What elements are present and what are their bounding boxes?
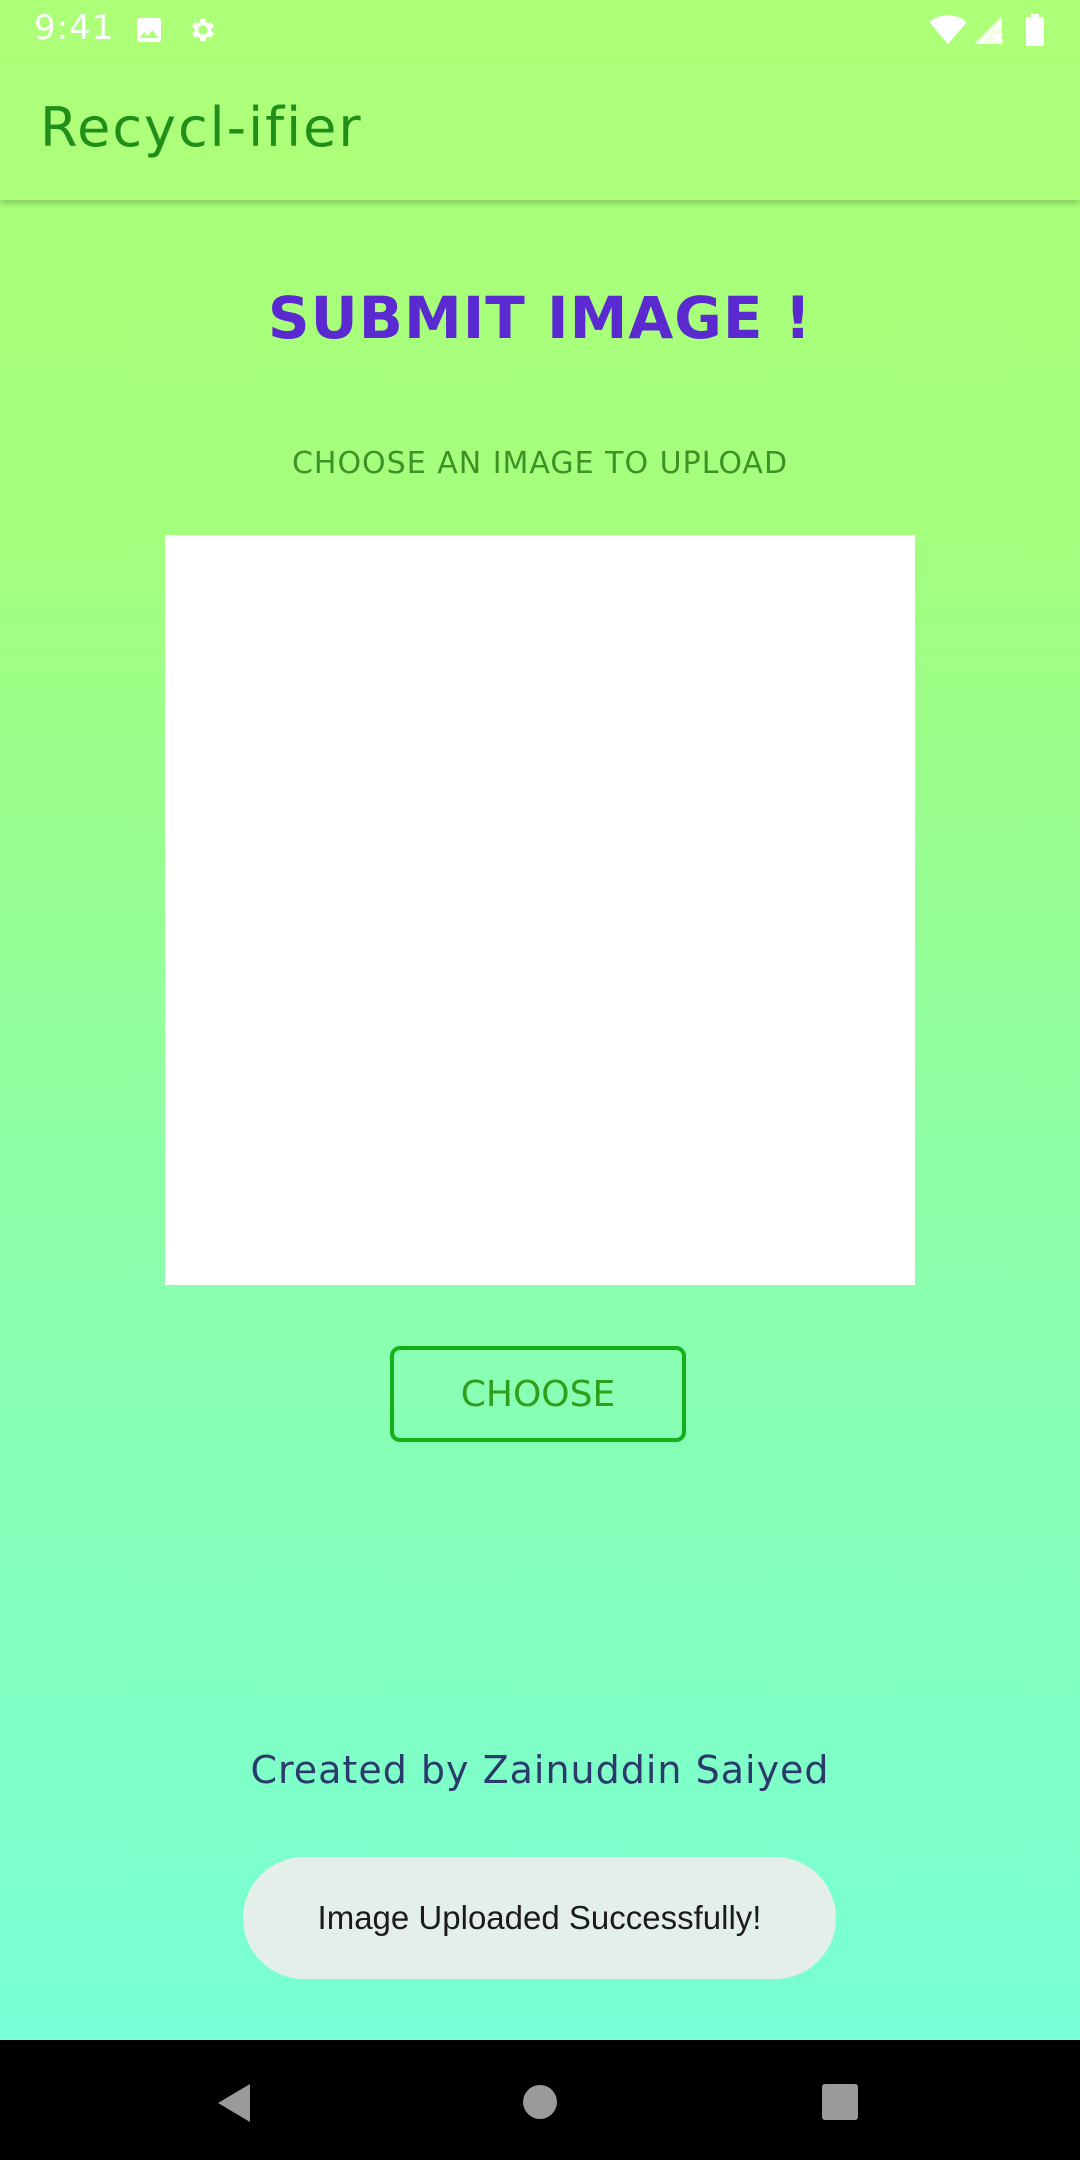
back-icon[interactable] (214, 2082, 254, 2128)
toast-message: Image Uploaded Successfully! (243, 1857, 836, 1979)
battery-icon (1025, 14, 1045, 50)
image-preview[interactable] (165, 535, 915, 1285)
settings-icon (187, 14, 219, 50)
image-icon (133, 14, 165, 50)
app-screen: 9:41 Recycl-ifier SUBMIT IMAGE ! CHOOSE … (0, 0, 1080, 2040)
recents-icon[interactable] (820, 2082, 860, 2126)
page-heading: SUBMIT IMAGE ! (267, 284, 813, 352)
credit-text: Created by Zainuddin Saiyed (250, 1748, 830, 1792)
app-bar: Recycl-ifier (0, 60, 1080, 200)
app-title: Recycl-ifier (40, 96, 363, 159)
toast-text: Image Uploaded Successfully! (317, 1899, 762, 1936)
choose-button[interactable]: CHOOSE (390, 1346, 686, 1442)
wifi-icon (928, 14, 968, 50)
upload-instruction: CHOOSE AN IMAGE TO UPLOAD (291, 446, 789, 481)
status-time: 9:41 (34, 8, 115, 48)
signal-icon (972, 14, 1006, 50)
home-icon[interactable] (520, 2082, 560, 2126)
status-bar: 9:41 (0, 0, 1080, 60)
